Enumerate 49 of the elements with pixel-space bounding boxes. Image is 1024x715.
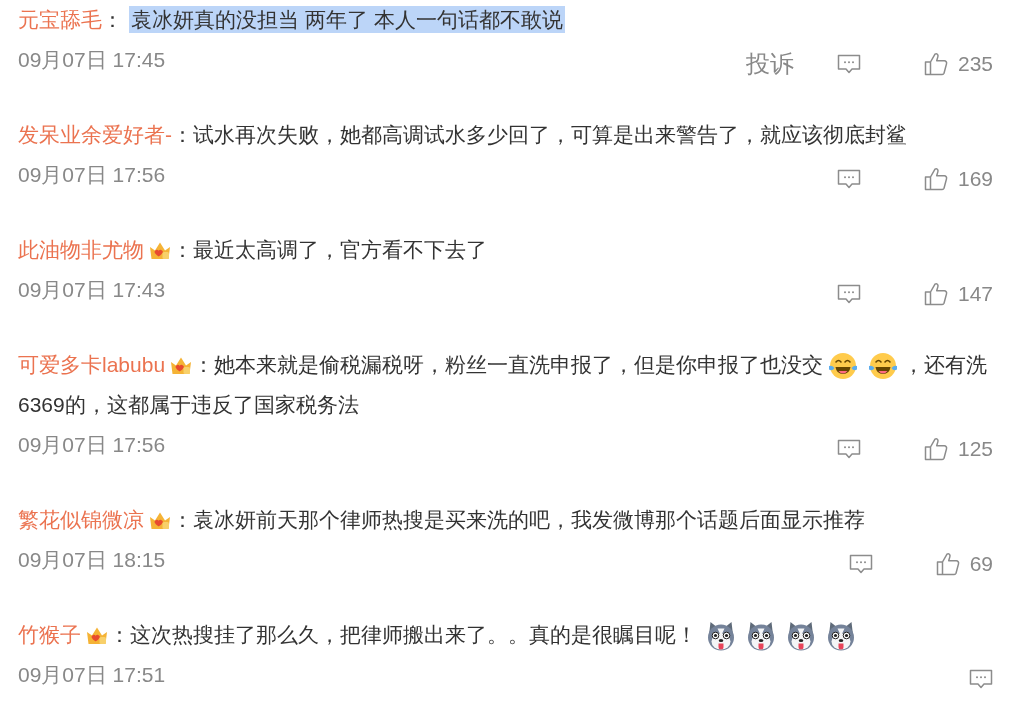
comment-text: 袁冰妍真的没担当 两年了 本人一句话都不敢说: [129, 6, 565, 33]
like-button[interactable]: 169: [923, 167, 993, 191]
like-button[interactable]: 235: [923, 52, 993, 76]
timestamp: 09月07日 17:56: [18, 162, 166, 188]
comment-icon[interactable]: [969, 669, 993, 689]
timestamp: 09月07日 17:43: [18, 277, 166, 303]
comment-text: 她本来就是偷税漏税呀，粉丝一直洗申报了，但是你申报了也没交: [214, 353, 824, 376]
laughing-face-emoji-icon: [868, 351, 899, 382]
timestamp: 09月07日 17:56: [18, 432, 166, 458]
laughing-face-emoji-icon: [828, 351, 859, 382]
comment-text: ，还有洗: [903, 353, 988, 376]
comment-text: 6369的，这都属于违反了国家税务法: [18, 393, 359, 416]
comment-icon[interactable]: [836, 54, 861, 74]
timestamp: 09月07日 17:45: [18, 47, 166, 73]
username-link[interactable]: 竹猴子: [18, 623, 81, 646]
colon-separator: ：: [193, 353, 215, 376]
like-button[interactable]: 125: [923, 437, 993, 461]
dog-face-emoji-icon: [785, 620, 817, 653]
username-link[interactable]: 此油物非尤物: [18, 238, 144, 261]
comment-icon[interactable]: [836, 169, 861, 189]
timestamp: 09月07日 18:15: [18, 547, 166, 573]
comment-icon[interactable]: [836, 439, 861, 459]
colon-separator: ：: [172, 123, 193, 146]
thumbs-up-icon: [923, 167, 948, 191]
comment-icon[interactable]: [848, 554, 873, 574]
comment-text: 最近太高调了，官方看不下去了: [193, 238, 487, 261]
colon-separator: ：: [172, 238, 193, 261]
comment-text: 袁冰妍前天那个律师热搜是买来洗的吧，我发微博那个话题后面显示推荐: [193, 508, 865, 531]
thumbs-up-icon: [923, 437, 948, 461]
timestamp: 09月07日 17:51: [18, 662, 166, 688]
username-link[interactable]: 可爱多卡labubu: [18, 353, 166, 376]
comment-text: 试水再次失败，她都高调试水多少回了，可算是出来警告了，就应该彻底封鲨: [193, 123, 907, 146]
colon-separator: ：: [172, 508, 193, 531]
username-link[interactable]: 发呆业余爱好者-: [18, 123, 172, 146]
thumbs-up-icon: [923, 282, 948, 306]
comment-text: 这次热搜挂了那么久，把律师搬出来了。。真的是很瞩目呢！: [130, 623, 697, 646]
dog-face-emoji-icon: [745, 620, 777, 653]
username-link[interactable]: 繁花似锦微凉: [18, 508, 144, 531]
like-button[interactable]: 147: [923, 282, 993, 306]
report-button[interactable]: 投诉: [745, 48, 794, 80]
like-button[interactable]: 69: [935, 552, 993, 576]
username-link[interactable]: 元宝舔毛: [18, 8, 102, 31]
dog-face-emoji-icon: [825, 620, 857, 653]
colon-separator: ：: [109, 623, 130, 646]
thumbs-up-icon: [923, 52, 948, 76]
dog-face-emoji-icon: [705, 620, 737, 653]
comment-icon[interactable]: [836, 284, 861, 304]
colon-separator: ：: [102, 8, 123, 31]
thumbs-up-icon: [935, 552, 960, 576]
